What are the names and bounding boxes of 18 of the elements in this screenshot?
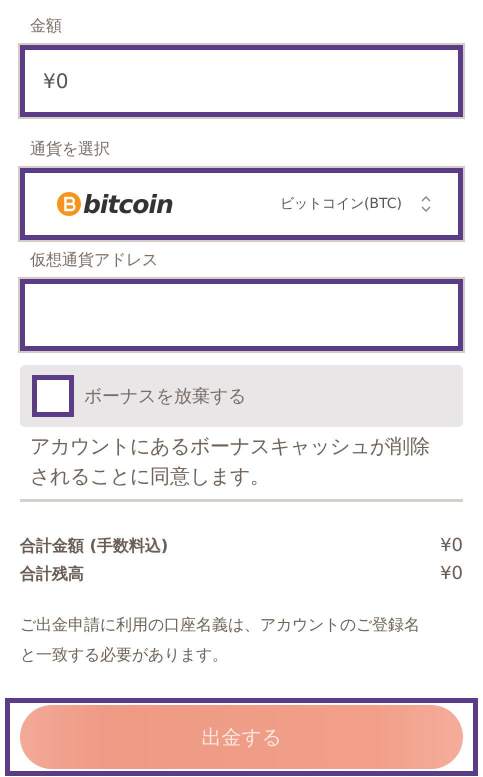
- note-text: ご出金申請に利用の口座名義は、アカウントのご登録名と一致する必要があります。: [20, 614, 420, 666]
- total-label: 合計残高: [20, 563, 84, 585]
- bonus-description: アカウントにあるボーナスキャッシュが削除されることに同意します。: [30, 433, 431, 490]
- address-field[interactable]: [20, 279, 463, 351]
- total-value: ¥0: [440, 562, 463, 586]
- field-label: 金額: [30, 16, 63, 37]
- total-value: ¥0: [440, 534, 463, 558]
- total-label: 合計金額 (手数料込): [20, 535, 168, 557]
- checkbox-label: ボーナスを放棄する: [84, 385, 246, 408]
- field-label: 通貨を選択: [30, 139, 111, 160]
- field-label: 仮想通貨アドレス: [30, 250, 159, 271]
- checkbox[interactable]: [32, 375, 74, 417]
- logo-text: bitcoin: [83, 190, 173, 218]
- currency-select[interactable]: bitcoin ビットコイン(BTC): [20, 168, 463, 240]
- select-value: ビットコイン(BTC): [280, 195, 402, 213]
- chevron-icon: [420, 194, 432, 214]
- amount-field[interactable]: ¥0: [20, 45, 463, 117]
- coin-icon: [57, 192, 81, 216]
